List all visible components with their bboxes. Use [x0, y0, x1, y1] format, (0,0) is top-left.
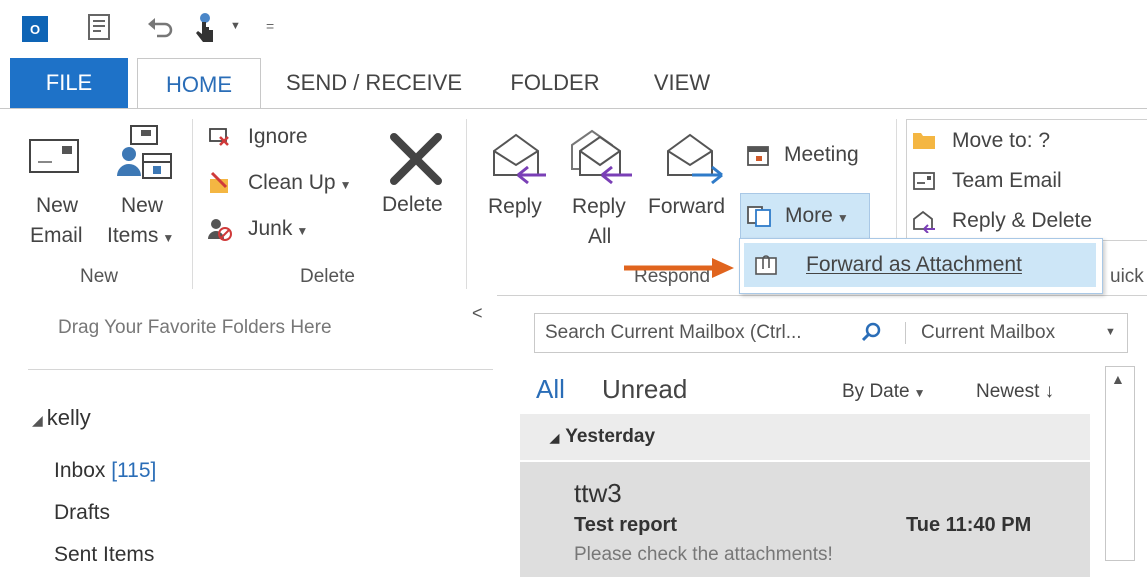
folder-inbox[interactable]: Inbox [115] — [54, 459, 156, 483]
delete-button[interactable]: Delete — [376, 127, 456, 237]
collapse-pane-icon[interactable]: < — [472, 303, 483, 324]
new-email-label-2: Email — [30, 224, 83, 247]
folder-icon — [913, 133, 935, 149]
sort-order-toggle[interactable]: Newest ↓ — [976, 381, 1054, 403]
folder-pane: Drag Your Favorite Folders Here < ◢ kelly… — [0, 295, 497, 577]
reply-delete-icon — [913, 210, 935, 233]
expand-triangle-icon: ◢ — [550, 431, 560, 445]
new-items-icon — [117, 125, 172, 179]
forward-button[interactable]: Forward — [646, 121, 736, 251]
quick-step-team-email[interactable]: Team Email — [912, 167, 1142, 199]
meeting-button[interactable]: Meeting — [746, 139, 876, 173]
forward-label: Forward — [648, 195, 726, 218]
search-box[interactable]: Search Current Mailbox (Ctrl... Current … — [534, 313, 1128, 353]
mail-preview: Please check the attachments! — [574, 544, 833, 565]
move-to-label: Move to: ? — [952, 129, 1051, 152]
new-items-label-2: Items ▼ — [107, 224, 175, 247]
group-label-delete: Delete — [300, 266, 355, 287]
reply-label: Reply — [488, 195, 542, 218]
reply-all-label-1: Reply — [572, 195, 626, 218]
ignore-label: Ignore — [248, 125, 308, 148]
chevron-down-icon[interactable]: ▼ — [1105, 326, 1116, 338]
more-icon — [747, 206, 771, 227]
touch-mode-icon[interactable] — [192, 10, 222, 49]
junk-icon — [208, 219, 232, 241]
reply-delete-label: Reply & Delete — [952, 209, 1093, 232]
forward-as-attachment-item[interactable]: Forward as Attachment — [744, 243, 1096, 287]
reply-all-icon — [571, 129, 632, 185]
search-icon[interactable] — [861, 321, 883, 343]
tab-home[interactable]: HOME — [137, 58, 261, 110]
group-label-quick-steps: uick — [1110, 266, 1144, 287]
expand-triangle-icon: ◢ — [32, 412, 43, 428]
junk-label: Junk ▼ — [248, 217, 309, 240]
filter-all-tab[interactable]: All — [536, 374, 565, 405]
new-items-label-1: New — [121, 194, 164, 217]
ignore-button[interactable]: Ignore — [208, 123, 368, 155]
mail-sender: ttw3 — [574, 478, 622, 508]
reply-button[interactable]: Reply — [484, 121, 554, 251]
clean-up-icon — [210, 171, 228, 193]
group-separator — [466, 119, 467, 289]
ribbon-tabs: FILE HOME SEND / RECEIVE FOLDER VIEW — [0, 58, 1147, 110]
junk-button[interactable]: Junk ▼ — [208, 215, 338, 247]
group-separator — [192, 119, 193, 289]
divider — [905, 322, 906, 344]
folder-sent-items[interactable]: Sent Items — [54, 543, 154, 567]
favorites-drop-zone[interactable]: Drag Your Favorite Folders Here — [58, 317, 332, 339]
divider — [28, 369, 493, 370]
clean-up-label: Clean Up ▼ — [248, 171, 352, 194]
arrow-down-icon: ↓ — [1039, 381, 1055, 402]
mail-subject: Test report — [574, 514, 677, 536]
sort-by-dropdown[interactable]: By Date ▼ — [842, 381, 925, 403]
outlook-icon: O — [22, 16, 48, 42]
quick-step-reply-delete[interactable]: Reply & Delete — [912, 207, 1142, 239]
delete-label: Delete — [382, 193, 443, 216]
group-label-new: New — [80, 266, 119, 287]
quick-access-toolbar: O ▼ = — [0, 0, 1147, 58]
clean-up-button[interactable]: Clean Up ▼ — [208, 169, 378, 201]
mail-item[interactable]: ttw3 Test report Tue 11:40 PM Please che… — [520, 462, 1090, 577]
tab-folder[interactable]: FOLDER — [494, 58, 616, 108]
tab-send-receive[interactable]: SEND / RECEIVE — [274, 58, 474, 108]
team-email-label: Team Email — [952, 169, 1062, 192]
more-label: More ▼ — [785, 204, 849, 227]
new-items-icon[interactable] — [85, 12, 115, 48]
forward-icon — [667, 133, 723, 185]
delete-x-icon — [390, 133, 442, 185]
reply-all-label-2: All — [588, 225, 612, 248]
mail-time: Tue 11:40 PM — [906, 514, 1032, 536]
reply-all-button[interactable]: Reply All — [566, 121, 636, 251]
folder-drafts[interactable]: Drafts — [54, 501, 110, 525]
search-input[interactable]: Search Current Mailbox (Ctrl... — [545, 322, 802, 344]
scrollbar[interactable]: ▲ — [1105, 366, 1135, 561]
customize-icon[interactable]: = — [266, 18, 274, 34]
filter-unread-tab[interactable]: Unread — [602, 374, 687, 405]
meeting-label: Meeting — [784, 143, 859, 166]
new-items-button[interactable]: New Items ▼ — [103, 124, 183, 254]
dropdown-caret-icon[interactable]: ▼ — [230, 20, 241, 32]
unread-count: [115] — [111, 459, 157, 482]
ignore-icon — [209, 128, 229, 146]
more-dropdown-menu: Forward as Attachment — [739, 238, 1103, 294]
undo-icon[interactable] — [145, 14, 175, 45]
search-scope-dropdown[interactable]: Current Mailbox — [921, 322, 1055, 344]
more-button[interactable]: More ▼ — [740, 193, 870, 241]
forward-as-attachment-label: Forward as Attachment — [806, 253, 1022, 276]
attachment-icon — [755, 255, 777, 275]
scroll-up-icon[interactable]: ▲ — [1111, 371, 1125, 387]
meeting-icon — [747, 146, 769, 166]
new-email-label-1: New — [36, 194, 79, 217]
group-header-row[interactable]: ◢ Yesterday — [520, 414, 1090, 460]
reply-icon — [493, 133, 546, 185]
envelope-icon — [913, 172, 935, 190]
quick-step-move-to[interactable]: Move to: ? — [912, 127, 1142, 159]
account-node[interactable]: ◢ kelly — [32, 405, 91, 431]
new-email-button[interactable]: New Email — [22, 124, 83, 254]
arrow-indicator-icon — [624, 258, 734, 278]
envelope-icon — [29, 139, 79, 173]
group-header-label: ◢ Yesterday — [550, 426, 656, 447]
tab-file[interactable]: FILE — [10, 58, 128, 108]
tab-view[interactable]: VIEW — [636, 58, 728, 108]
